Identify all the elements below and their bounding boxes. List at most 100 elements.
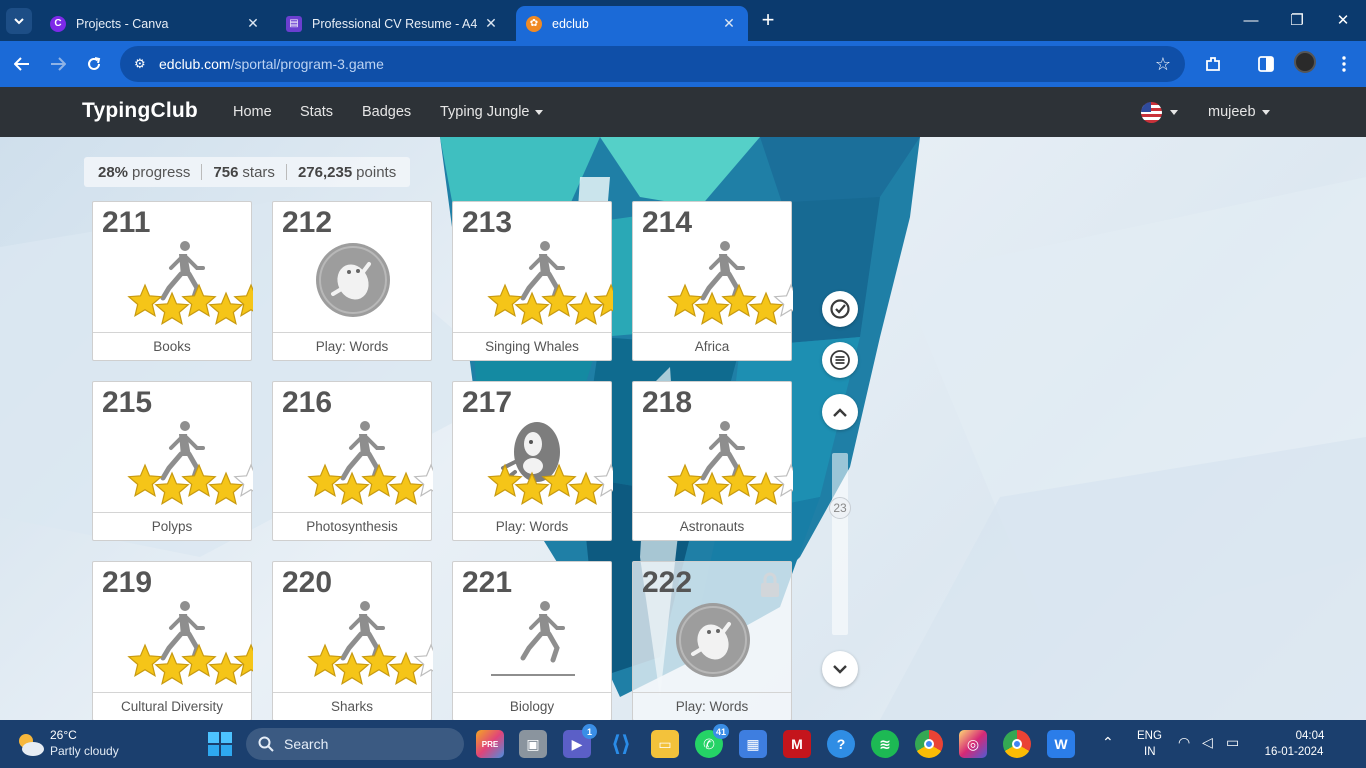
close-icon[interactable]: ✕ (482, 15, 500, 33)
address-bar[interactable]: ⚙ edclub.com /sportal/program-3.game ☆ (120, 46, 1185, 82)
star-icon (307, 463, 343, 498)
lesson-title: Singing Whales (453, 332, 611, 360)
points-count: 276,235 (297, 163, 353, 181)
star-icon (233, 283, 253, 318)
close-window-icon[interactable]: ✕ (1320, 6, 1366, 34)
lesson-tile-219[interactable]: 219 Cultural Diversity (92, 561, 253, 720)
divider (285, 164, 287, 180)
lesson-tile-213[interactable]: 213 Singing Whales (452, 201, 613, 361)
lesson-tile-218[interactable]: 218 Astronauts (632, 381, 793, 541)
tab-edclub[interactable]: ✿ edclub ✕ (516, 6, 748, 41)
tab-title: Professional CV Resume - A4 (312, 16, 478, 31)
scroll-up-button[interactable] (822, 394, 858, 430)
nav-home[interactable]: Home (233, 104, 272, 120)
lesson-tile-217[interactable]: 217 Play: Words (452, 381, 613, 541)
battery-icon[interactable]: ▭ (1226, 734, 1239, 751)
region-code[interactable]: IN (1144, 746, 1156, 758)
lesson-number: 215 (102, 386, 153, 419)
star-icon (667, 283, 703, 318)
spotify-icon[interactable]: ≋ (871, 730, 899, 758)
level-scrollbar-track[interactable] (832, 453, 848, 635)
mcafee-icon[interactable]: M (783, 730, 811, 758)
close-icon[interactable]: ✕ (244, 15, 262, 33)
star-icon (361, 643, 397, 678)
star-icon (413, 643, 433, 678)
file-explorer-icon[interactable]: ▭ (651, 730, 679, 758)
bookmark-star-icon[interactable]: ☆ (1155, 54, 1171, 75)
progress-percent: 28% (98, 163, 129, 181)
lesson-tile-220[interactable]: 220 Sharks (272, 561, 433, 720)
level-scrollbar-thumb[interactable]: 23 (829, 497, 851, 519)
back-icon[interactable] (8, 50, 36, 78)
wifi-icon[interactable]: ◠ (1178, 734, 1190, 751)
edclub-icon: ✿ (526, 15, 542, 32)
reload-icon[interactable] (80, 50, 108, 78)
new-tab-icon[interactable]: + (756, 7, 780, 32)
windows-start-icon[interactable] (208, 732, 232, 756)
side-panel-icon[interactable] (1252, 50, 1280, 78)
caret-down-icon[interactable] (1170, 110, 1178, 115)
language-code[interactable]: ENG (1137, 730, 1162, 742)
restore-icon[interactable]: ❐ (1274, 6, 1320, 34)
help-icon[interactable]: ? (827, 730, 855, 758)
tab-search-button[interactable] (6, 8, 32, 34)
lock-icon (759, 572, 781, 603)
clock-time[interactable]: 04:04 (1290, 730, 1330, 742)
tab-canva[interactable]: C Projects - Canva ✕ (40, 6, 272, 41)
extensions-icon[interactable] (1199, 50, 1227, 78)
teams-icon[interactable]: ▶ 1 (563, 724, 597, 758)
forward-icon[interactable] (44, 50, 72, 78)
instagram-icon[interactable]: ◎ (959, 730, 987, 758)
lesson-tile-215[interactable]: 215 Polyps (92, 381, 253, 541)
scroll-down-button[interactable] (822, 651, 858, 687)
lesson-tile-214[interactable]: 214 Africa (632, 201, 793, 361)
volume-icon[interactable]: ◁ (1202, 734, 1213, 751)
chevron-up-icon[interactable]: ⌃ (1102, 734, 1114, 751)
brand-logo[interactable]: TypingClub (82, 99, 198, 123)
lesson-title: Biology (453, 692, 611, 720)
notification-badge: 1 (582, 724, 597, 739)
stars-count: 756 (213, 163, 239, 181)
more-menu-icon[interactable] (1330, 50, 1358, 78)
star-icon (181, 643, 217, 678)
star-icon (127, 463, 163, 498)
nav-typing-jungle-dropdown[interactable]: Typing Jungle (440, 104, 544, 120)
nav-badges[interactable]: Badges (362, 104, 411, 120)
vscode-icon[interactable]: ⟨⟩ (607, 730, 635, 758)
close-icon[interactable]: ✕ (720, 15, 738, 33)
lesson-title: Play: Words (633, 692, 791, 720)
chrome-icon[interactable] (915, 730, 943, 758)
taskbar-search[interactable]: Search (246, 728, 464, 760)
task-view-icon[interactable]: ▣ (519, 730, 547, 758)
weather-description[interactable]: Partly cloudy (50, 744, 119, 758)
tab-cv-resume[interactable]: ▤ Professional CV Resume - A4 ✕ (276, 6, 510, 41)
lesson-tile-211[interactable]: 211 Books (92, 201, 253, 361)
tab-title: Projects - Canva (76, 16, 169, 31)
clock-date[interactable]: 16-01-2024 (1258, 746, 1330, 758)
lesson-tile-222[interactable]: 222 Play: Words (632, 561, 792, 720)
menu-button[interactable] (822, 342, 858, 378)
store-icon[interactable]: ▦ (739, 730, 767, 758)
us-flag-icon[interactable] (1141, 102, 1162, 123)
user-menu[interactable]: mujeeb (1208, 104, 1270, 120)
progress-label: progress (132, 163, 191, 181)
copilot-icon[interactable]: PRE (476, 730, 504, 758)
writer-app-icon[interactable]: W (1047, 730, 1075, 758)
lesson-tile-212[interactable]: 212 Play: Words (272, 201, 432, 361)
chrome-profile-icon[interactable] (1003, 730, 1031, 758)
nav-stats[interactable]: Stats (300, 104, 333, 120)
profile-avatar[interactable] (1294, 51, 1316, 73)
progress-summary: 28% progress 756 stars 276,235 points (84, 157, 411, 187)
star-icon (721, 283, 757, 318)
site-info-icon[interactable]: ⚙ (134, 56, 150, 72)
whatsapp-icon[interactable]: ✆ 41 (695, 724, 729, 758)
weather-temperature[interactable]: 26°C (50, 728, 77, 742)
lesson-tile-216[interactable]: 216 Photosynthesis (272, 381, 433, 541)
lesson-title: Sharks (273, 692, 431, 720)
star-icon (593, 283, 613, 318)
minimize-icon[interactable]: — (1228, 6, 1274, 34)
lesson-title: Books (93, 332, 251, 360)
lesson-tile-221[interactable]: 221 Biology (452, 561, 612, 720)
check-goal-button[interactable] (822, 291, 858, 327)
list-icon (830, 350, 850, 370)
